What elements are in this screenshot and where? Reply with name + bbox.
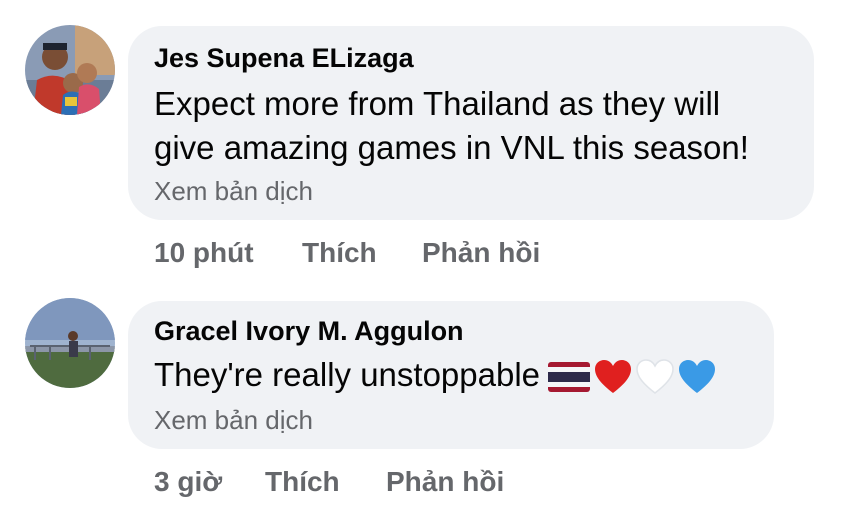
comment-item: Gracel Ivory M. Aggulon They're really u… bbox=[0, 0, 842, 509]
reply-button[interactable]: Phản hồi bbox=[386, 466, 504, 498]
comment-timestamp: 3 giờ bbox=[154, 466, 223, 497]
comment-author[interactable]: Gracel Ivory M. Aggulon bbox=[154, 316, 464, 347]
comment-text-line: They're really unstoppable bbox=[154, 356, 541, 393]
emoji-group bbox=[548, 359, 720, 395]
see-translation-link[interactable]: Xem bản dịch bbox=[154, 405, 313, 436]
white-heart-icon bbox=[636, 359, 674, 395]
avatar[interactable] bbox=[25, 298, 115, 388]
blue-heart-icon bbox=[679, 360, 716, 394]
thailand-flag-icon bbox=[548, 362, 591, 393]
comment-text: They're really unstoppable bbox=[154, 353, 720, 397]
comment-bubble: Gracel Ivory M. Aggulon They're really u… bbox=[128, 301, 774, 449]
like-button[interactable]: Thích bbox=[265, 466, 340, 498]
red-heart-icon bbox=[595, 360, 632, 394]
